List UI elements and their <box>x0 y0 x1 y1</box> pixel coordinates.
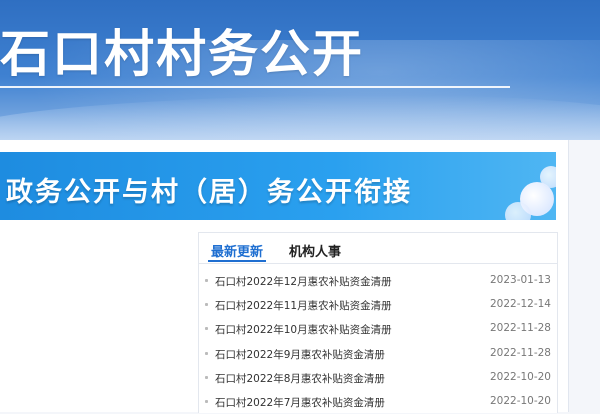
news-item-title[interactable]: 石口村2022年11月惠农补贴资金清册 <box>215 298 392 313</box>
news-panel: 最新更新 机构人事 石口村2022年12月惠农补贴资金清册 2023-01-13… <box>198 232 558 413</box>
news-item-date: 2022-11-28 <box>489 346 551 359</box>
news-item-title[interactable]: 石口村2022年10月惠农补贴资金清册 <box>215 322 392 337</box>
list-item[interactable]: 石口村2022年7月惠农补贴资金清册 2022-10-20 <box>199 390 557 414</box>
tab-latest-updates[interactable]: 最新更新 <box>207 241 267 262</box>
list-item[interactable]: 石口村2022年11月惠农补贴资金清册 2022-12-14 <box>199 293 557 317</box>
list-item[interactable]: 石口村2022年12月惠农补贴资金清册 2023-01-13 <box>199 269 557 293</box>
news-item-title[interactable]: 石口村2022年12月惠农补贴资金清册 <box>215 274 392 289</box>
list-item[interactable]: 石口村2022年9月惠农补贴资金清册 2022-11-28 <box>199 342 557 366</box>
news-item-title[interactable]: 石口村2022年9月惠农补贴资金清册 <box>215 347 385 362</box>
news-item-title[interactable]: 石口村2022年7月惠农补贴资金清册 <box>215 395 385 410</box>
bullet-icon <box>205 279 208 282</box>
bullet-icon <box>205 375 208 379</box>
news-item-date: 2022-10-20 <box>489 394 551 407</box>
news-item-date: 2022-10-20 <box>489 370 551 383</box>
title-underline <box>0 86 510 88</box>
news-list: 石口村2022年12月惠农补贴资金清册 2023-01-13 石口村2022年1… <box>199 269 557 414</box>
news-tabs: 最新更新 机构人事 <box>199 233 557 264</box>
bullet-icon <box>205 399 208 403</box>
tab-personnel[interactable]: 机构人事 <box>289 241 341 260</box>
news-item-date: 2023-01-13 <box>489 274 551 286</box>
promo-banner-text: 政务公开与村（居）务公开衔接 <box>6 177 412 208</box>
promo-banner[interactable]: 政务公开与村（居）务公开衔接 <box>0 152 556 220</box>
site-title: 石口村村务公开 <box>0 25 364 83</box>
list-item[interactable]: 石口村2022年8月惠农补贴资金清册 2022-10-20 <box>199 366 557 390</box>
bullet-icon <box>205 327 208 331</box>
bullet-icon <box>205 303 208 307</box>
flower-decoration-icon <box>540 166 556 188</box>
bullet-icon <box>205 351 208 355</box>
news-item-date: 2022-12-14 <box>489 298 551 311</box>
news-item-date: 2022-11-28 <box>489 322 551 335</box>
header-banner: 石口村村务公开 <box>0 0 600 140</box>
news-item-title[interactable]: 石口村2022年8月惠农补贴资金清册 <box>215 371 385 386</box>
list-item[interactable]: 石口村2022年10月惠农补贴资金清册 2022-11-28 <box>199 317 557 341</box>
